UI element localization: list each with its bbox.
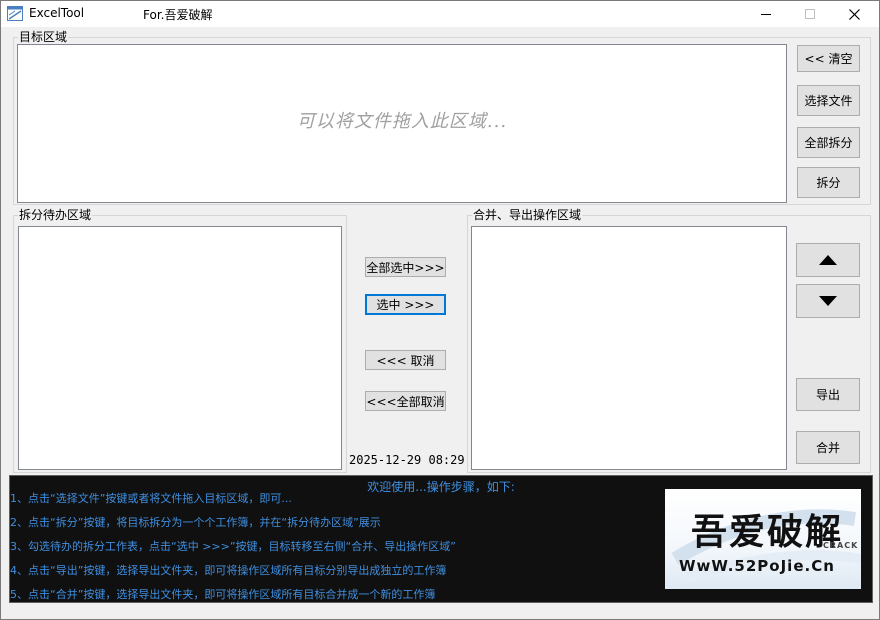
window-subtitle: For.吾爱破解 xyxy=(143,8,213,22)
move-up-button[interactable] xyxy=(796,243,860,277)
instruction-step: 2、点击“拆分”按键，将目标拆分为一个个工作簿，并在“拆分待办区域”展示 xyxy=(10,516,381,529)
minimize-button[interactable] xyxy=(743,1,789,27)
select-file-button[interactable]: 选择文件 xyxy=(797,85,860,116)
instruction-step: 3、勾选待办的拆分工作表，点击“选中 >>>”按键，目标转移至右侧“合并、导出操… xyxy=(10,540,456,553)
target-area-label: 目标区域 xyxy=(18,30,69,44)
split-button[interactable]: 拆分 xyxy=(797,167,860,198)
export-button[interactable]: 导出 xyxy=(796,378,860,411)
instructions-console: 欢迎使用...操作步骤，如下: 1、点击“选择文件”按键或者将文件拖入目标区域，… xyxy=(9,475,873,603)
close-button[interactable] xyxy=(831,1,877,27)
clear-button[interactable]: << 清空 xyxy=(797,45,860,72)
minimize-icon xyxy=(761,14,771,15)
app-title: ExcelTool xyxy=(29,6,85,20)
instruction-step: 1、点击“选择文件”按键或者将文件拖入目标区域，即可... xyxy=(10,492,292,505)
title-bar[interactable]: ExcelTool For.吾爱破解 xyxy=(1,1,879,27)
drop-hint-text: 可以将文件拖入此区域... xyxy=(296,111,508,132)
maximize-icon xyxy=(805,9,815,19)
instruction-step: 4、点击“导出”按键，选择导出文件夹，即可将操作区域所有目标分别导出成独立的工作… xyxy=(10,564,447,577)
logo-main-text: 吾爱破解 xyxy=(691,511,844,553)
split-all-button[interactable]: 全部拆分 xyxy=(797,127,860,158)
operation-list[interactable] xyxy=(471,226,787,470)
pending-area-label: 拆分待办区域 xyxy=(18,208,93,222)
select-button[interactable]: 选中 >>> xyxy=(365,294,446,315)
logo-crack-text: CRACK xyxy=(823,541,859,550)
triangle-up-icon xyxy=(819,255,837,265)
triangle-down-icon xyxy=(819,296,837,306)
operation-area-label: 合并、导出操作区域 xyxy=(472,208,583,222)
close-icon xyxy=(848,8,860,20)
pending-list[interactable] xyxy=(18,226,342,470)
logo-url-text: WwW.52PoJie.Cn xyxy=(679,557,835,575)
cancel-button[interactable]: <<< 取消 xyxy=(365,350,446,370)
excel-tool-icon xyxy=(7,6,23,21)
datetime-display: 2025-12-29 08:29 xyxy=(349,453,465,467)
instruction-step: 5、点击“合并”按键，选择导出文件夹，即可将操作区域所有目标合并成一个新的工作簿 xyxy=(10,588,436,601)
cancel-all-button[interactable]: <<<全部取消 xyxy=(365,391,446,411)
maximize-button[interactable] xyxy=(787,1,833,27)
app-window: ExcelTool For.吾爱破解 目标区域 可以将文件拖入此区域... <<… xyxy=(0,0,880,620)
52pojie-logo: 吾爱破解 CRACK WwW.52PoJie.Cn xyxy=(665,489,861,589)
merge-button[interactable]: 合并 xyxy=(796,431,860,464)
select-all-button[interactable]: 全部选中>>> xyxy=(365,257,446,277)
move-down-button[interactable] xyxy=(796,284,860,318)
target-drop-zone[interactable]: 可以将文件拖入此区域... xyxy=(17,44,787,203)
